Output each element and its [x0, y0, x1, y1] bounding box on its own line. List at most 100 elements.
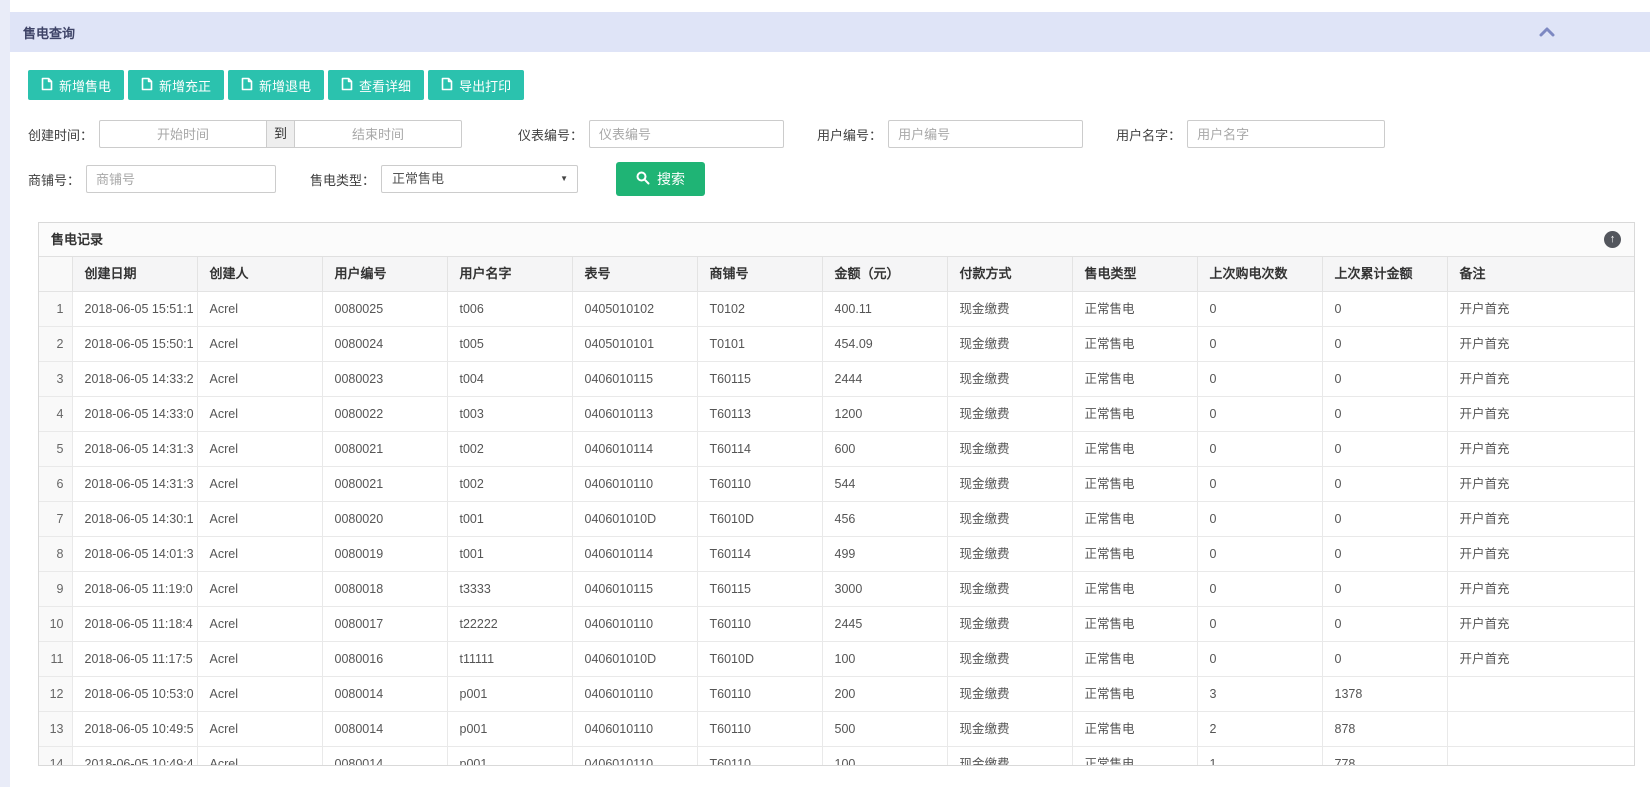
sale-type-filter: 售电类型： 正常售电 ▼ [310, 165, 578, 193]
table-cell: 开户首充 [1447, 327, 1634, 362]
column-header: 上次累计金额 [1322, 257, 1447, 292]
table-cell: t004 [447, 362, 572, 397]
table-body: 12018-06-05 15:51:1Acrel0080025t00604050… [39, 292, 1634, 766]
main-content: 新增售电 新增充正 新增退电 查看详细 导出打印 创建时间： 到 [10, 52, 1650, 766]
user-no-input[interactable] [888, 120, 1083, 148]
table-row[interactable]: 12018-06-05 15:51:1Acrel0080025t00604050… [39, 292, 1634, 327]
table-cell: 0 [1322, 362, 1447, 397]
table-cell: 现金缴费 [947, 397, 1072, 432]
table-cell: 2018-06-05 11:18:4 [72, 607, 197, 642]
table-cell: 0 [1322, 537, 1447, 572]
table-cell: t005 [447, 327, 572, 362]
table-row[interactable]: 132018-06-05 10:49:5Acrel0080014p0010406… [39, 712, 1634, 747]
table-row[interactable]: 92018-06-05 11:19:0Acrel0080018t33330406… [39, 572, 1634, 607]
start-time-input[interactable] [99, 120, 267, 148]
search-button[interactable]: 搜索 [616, 162, 705, 196]
table-cell: 开户首充 [1447, 362, 1634, 397]
table-cell: 2018-06-05 14:31:3 [72, 432, 197, 467]
page-header: 售电查询 [10, 12, 1650, 52]
table-row[interactable]: 102018-06-05 11:18:4Acrel0080017t2222204… [39, 607, 1634, 642]
table-cell: T60110 [697, 712, 822, 747]
table-row[interactable]: 112018-06-05 11:17:5Acrel0080016t1111104… [39, 642, 1634, 677]
table-cell: Acrel [197, 572, 322, 607]
file-icon [41, 77, 53, 94]
table-cell: 0080021 [322, 432, 447, 467]
table-cell: Acrel [197, 467, 322, 502]
table-cell: 200 [822, 677, 947, 712]
table-cell: 0406010110 [572, 467, 697, 502]
shop-no-label: 商铺号： [28, 170, 80, 189]
page-title: 售电查询 [10, 23, 75, 42]
table-cell: Acrel [197, 292, 322, 327]
table-cell: 2 [1197, 712, 1322, 747]
table-cell: 0 [1197, 397, 1322, 432]
table-cell: 2018-06-05 10:49:4 [72, 747, 197, 766]
table-cell: 正常售电 [1072, 572, 1197, 607]
end-time-input[interactable] [294, 120, 462, 148]
toolbar-button[interactable]: 新增退电 [228, 70, 324, 100]
column-header: 上次购电次数 [1197, 257, 1322, 292]
user-name-filter: 用户名字： [1116, 120, 1385, 148]
table-cell: 040601010D [572, 502, 697, 537]
chevron-up-icon[interactable] [1539, 25, 1555, 39]
table-row[interactable]: 42018-06-05 14:33:0Acrel0080022t00304060… [39, 397, 1634, 432]
table-row[interactable]: 122018-06-05 10:53:0Acrel0080014p0010406… [39, 677, 1634, 712]
file-icon [241, 77, 253, 94]
table-cell: t3333 [447, 572, 572, 607]
shop-no-filter: 商铺号： [28, 165, 276, 193]
table-cell: 0 [1322, 327, 1447, 362]
user-name-input[interactable] [1187, 120, 1385, 148]
row-index-cell: 5 [39, 432, 72, 467]
row-index-cell: 7 [39, 502, 72, 537]
table-row[interactable]: 82018-06-05 14:01:3Acrel0080019t00104060… [39, 537, 1634, 572]
row-index-cell: 14 [39, 747, 72, 766]
toolbar-button[interactable]: 导出打印 [428, 70, 524, 100]
records-table: 创建日期创建人用户编号用户名字表号商铺号金额（元）付款方式售电类型上次购电次数上… [39, 257, 1634, 765]
toolbar-button[interactable]: 查看详细 [328, 70, 424, 100]
table-cell: 0406010110 [572, 677, 697, 712]
sale-type-select[interactable]: 正常售电 ▼ [381, 165, 578, 193]
table-cell: 正常售电 [1072, 327, 1197, 362]
table-cell: 2018-06-05 14:33:0 [72, 397, 197, 432]
table-cell: 0406010110 [572, 712, 697, 747]
table-cell: 正常售电 [1072, 502, 1197, 537]
table-cell: 3 [1197, 677, 1322, 712]
table-row[interactable]: 32018-06-05 14:33:2Acrel0080023t00404060… [39, 362, 1634, 397]
toolbar-button[interactable]: 新增充正 [128, 70, 224, 100]
table-cell: 1200 [822, 397, 947, 432]
table-cell: 0080020 [322, 502, 447, 537]
table-cell: 100 [822, 642, 947, 677]
table-cell: 开户首充 [1447, 572, 1634, 607]
meter-no-input[interactable] [589, 120, 784, 148]
table-cell: 0080021 [322, 467, 447, 502]
toolbar-button[interactable]: 新增售电 [28, 70, 124, 100]
table-row[interactable]: 22018-06-05 15:50:1Acrel0080024t00504050… [39, 327, 1634, 362]
arrow-up-circle-icon[interactable]: ↑ [1604, 231, 1621, 248]
row-index-cell: 13 [39, 712, 72, 747]
table-cell: Acrel [197, 537, 322, 572]
table-cell: 开户首充 [1447, 397, 1634, 432]
table-cell: 0406010113 [572, 397, 697, 432]
table-cell: 3000 [822, 572, 947, 607]
table-cell: 现金缴费 [947, 642, 1072, 677]
table-cell: 现金缴费 [947, 432, 1072, 467]
table-row[interactable]: 62018-06-05 14:31:3Acrel0080021t00204060… [39, 467, 1634, 502]
table-row[interactable]: 52018-06-05 14:31:3Acrel0080021t00204060… [39, 432, 1634, 467]
file-icon [441, 77, 453, 94]
table-cell: 544 [822, 467, 947, 502]
table-row[interactable]: 72018-06-05 14:30:1Acrel0080020t00104060… [39, 502, 1634, 537]
column-header [39, 257, 72, 292]
table-cell: t003 [447, 397, 572, 432]
table-cell: 开户首充 [1447, 537, 1634, 572]
table-cell: 0 [1322, 292, 1447, 327]
table-cell: Acrel [197, 677, 322, 712]
shop-no-input[interactable] [86, 165, 276, 193]
table-cell: 现金缴费 [947, 747, 1072, 766]
table-cell: 0080025 [322, 292, 447, 327]
table-cell: 500 [822, 712, 947, 747]
table-row[interactable]: 142018-06-05 10:49:4Acrel0080014p0010406… [39, 747, 1634, 766]
meter-no-label: 仪表编号： [518, 125, 583, 144]
table-cell: T60113 [697, 397, 822, 432]
table-cell: 现金缴费 [947, 712, 1072, 747]
table-cell: 2445 [822, 607, 947, 642]
